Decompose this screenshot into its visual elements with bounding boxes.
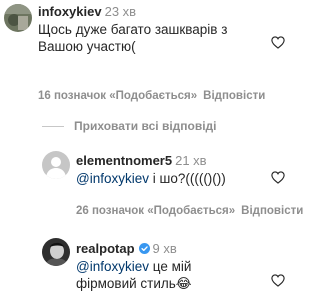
reply-likes-count[interactable]: 26 позначок «Подобається» [76, 205, 235, 217]
hide-replies-label: Приховати всі відповіді [74, 119, 217, 133]
avatar[interactable] [4, 4, 32, 32]
hide-replies-toggle[interactable]: Приховати всі відповіді [42, 119, 217, 133]
comment-text-line1: Щось дуже багато зашкварів з [38, 22, 228, 37]
divider-line [42, 125, 64, 127]
reply-username[interactable]: elementnomer5 [76, 153, 172, 168]
comment-likes-count[interactable]: 16 позначок «Подобається» [38, 90, 197, 102]
reply-reply-button[interactable]: Відповісти [241, 205, 303, 217]
heart-icon[interactable] [271, 274, 285, 287]
heart-icon[interactable] [271, 171, 285, 184]
reply-time[interactable]: 21 хв [175, 153, 206, 168]
laughing-emoji: 😂 [175, 276, 192, 291]
reply-text-line2: фірмовий стиль [76, 276, 176, 291]
verified-badge-icon [138, 243, 150, 254]
reply-time[interactable]: 9 хв [153, 241, 177, 256]
avatar[interactable] [42, 151, 70, 179]
comment-username[interactable]: infoxykiev [38, 4, 102, 19]
reply-text-line1: це мій [148, 259, 192, 274]
reply-text: і шо?((((()()) [148, 171, 226, 186]
mention-link[interactable]: @infoxykiev [76, 171, 149, 186]
comment-reply-button[interactable]: Відповісти [203, 90, 265, 102]
heart-icon[interactable] [271, 36, 285, 49]
comment-text-line2: Вашою участю( [38, 39, 136, 54]
avatar[interactable] [42, 238, 70, 266]
comment-time[interactable]: 23 хв [105, 4, 136, 19]
reply-username[interactable]: realpotap [76, 241, 135, 256]
mention-link[interactable]: @infoxykiev [76, 259, 149, 274]
